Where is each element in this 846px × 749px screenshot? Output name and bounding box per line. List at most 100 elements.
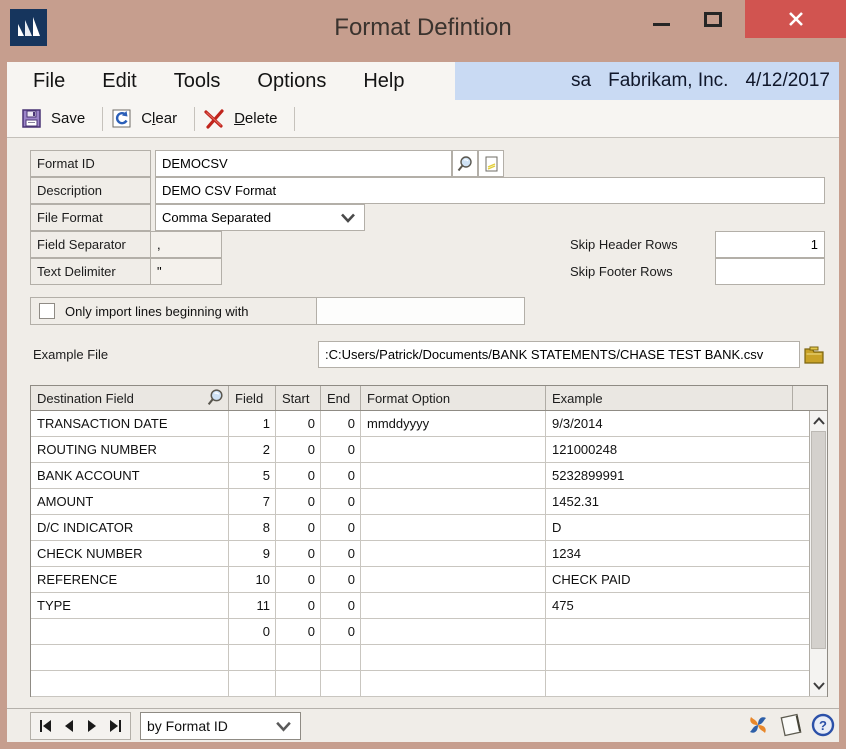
table-cell[interactable]: 0 [276, 541, 321, 566]
format-id-note-button[interactable] [478, 150, 504, 177]
close-button[interactable] [745, 0, 846, 38]
table-cell[interactable]: 0 [321, 411, 361, 436]
table-cell[interactable] [321, 671, 361, 696]
session-status-bar[interactable]: sa Fabrikam, Inc. 4/12/2017 [455, 62, 839, 100]
file-format-select[interactable]: Comma Separated [155, 204, 365, 231]
table-cell[interactable]: CHECK PAID [546, 567, 811, 592]
table-cell[interactable]: 1452.31 [546, 489, 811, 514]
menu-file[interactable]: File [33, 70, 65, 93]
table-cell[interactable] [546, 645, 811, 670]
scrollbar-thumb[interactable] [811, 431, 826, 649]
table-cell[interactable]: 7 [229, 489, 276, 514]
menu-edit[interactable]: Edit [102, 70, 136, 93]
table-cell[interactable] [361, 437, 546, 462]
description-input[interactable]: DEMO CSV Format [155, 177, 825, 204]
maximize-button[interactable] [692, 0, 734, 38]
table-cell[interactable]: 0 [276, 593, 321, 618]
table-cell[interactable] [546, 671, 811, 696]
table-cell[interactable]: mmddyyyy [361, 411, 546, 436]
table-cell[interactable]: 9/3/2014 [546, 411, 811, 436]
table-cell[interactable]: 0 [229, 619, 276, 644]
first-record-button[interactable] [35, 715, 57, 737]
table-cell[interactable]: 0 [276, 619, 321, 644]
table-cell[interactable] [361, 593, 546, 618]
only-import-input[interactable] [316, 298, 524, 324]
table-cell[interactable]: 0 [321, 463, 361, 488]
menu-help[interactable]: Help [363, 70, 404, 93]
table-cell[interactable]: 11 [229, 593, 276, 618]
skip-footer-rows-input[interactable] [715, 258, 825, 285]
minimize-button[interactable] [640, 0, 682, 38]
table-cell[interactable]: 0 [276, 567, 321, 592]
scroll-down-button[interactable] [810, 676, 827, 696]
table-cell[interactable]: 475 [546, 593, 811, 618]
menu-options[interactable]: Options [257, 70, 326, 93]
help-button[interactable]: ? [810, 712, 836, 738]
table-cell[interactable]: 5232899991 [546, 463, 811, 488]
table-cell[interactable] [31, 671, 229, 696]
table-cell[interactable] [361, 645, 546, 670]
table-cell[interactable]: 0 [276, 489, 321, 514]
table-cell[interactable]: CHECK NUMBER [31, 541, 229, 566]
table-cell[interactable]: AMOUNT [31, 489, 229, 514]
table-cell[interactable] [361, 463, 546, 488]
table-cell[interactable]: 5 [229, 463, 276, 488]
example-file-input[interactable]: :C:Users/Patrick/Documents/BANK STATEMEN… [318, 341, 800, 368]
table-cell[interactable] [361, 489, 546, 514]
table-cell[interactable] [276, 645, 321, 670]
table-cell[interactable]: 1234 [546, 541, 811, 566]
table-cell[interactable]: 1 [229, 411, 276, 436]
table-cell[interactable]: 9 [229, 541, 276, 566]
table-scrollbar[interactable] [809, 411, 827, 696]
delete-button[interactable]: Delete [199, 105, 290, 133]
table-cell[interactable] [361, 619, 546, 644]
last-record-button[interactable] [104, 715, 126, 737]
table-cell[interactable]: D/C INDICATOR [31, 515, 229, 540]
table-cell[interactable]: 0 [276, 411, 321, 436]
table-cell[interactable] [31, 619, 229, 644]
only-import-checkbox[interactable] [39, 303, 55, 319]
table-cell[interactable]: 0 [321, 619, 361, 644]
table-cell[interactable] [229, 645, 276, 670]
format-id-input[interactable]: DEMOCSV [155, 150, 452, 177]
table-cell[interactable]: 121000248 [546, 437, 811, 462]
sort-by-select[interactable]: by Format ID [140, 712, 301, 740]
destination-lookup-button[interactable] [206, 388, 225, 410]
table-cell[interactable] [361, 671, 546, 696]
example-file-browse-button[interactable] [800, 341, 828, 368]
table-cell[interactable]: TRANSACTION DATE [31, 411, 229, 436]
table-cell[interactable]: 2 [229, 437, 276, 462]
scroll-up-button[interactable] [810, 411, 827, 431]
table-cell[interactable] [361, 541, 546, 566]
table-cell[interactable]: TYPE [31, 593, 229, 618]
table-cell[interactable] [276, 671, 321, 696]
table-cell[interactable]: 8 [229, 515, 276, 540]
text-delimiter-input[interactable]: " [150, 258, 222, 285]
table-cell[interactable] [546, 619, 811, 644]
table-cell[interactable] [361, 515, 546, 540]
table-cell[interactable]: 0 [321, 593, 361, 618]
table-cell[interactable]: BANK ACCOUNT [31, 463, 229, 488]
table-cell[interactable] [31, 645, 229, 670]
previous-record-button[interactable] [58, 715, 80, 737]
table-cell[interactable] [361, 567, 546, 592]
next-record-button[interactable] [81, 715, 103, 737]
skip-header-rows-input[interactable]: 1 [715, 231, 825, 258]
save-button[interactable]: Save [17, 105, 98, 133]
pinwheel-refresh-icon[interactable] [744, 712, 772, 739]
table-cell[interactable]: D [546, 515, 811, 540]
table-cell[interactable]: 0 [321, 567, 361, 592]
table-cell[interactable]: ROUTING NUMBER [31, 437, 229, 462]
table-cell[interactable]: 0 [321, 515, 361, 540]
table-cell[interactable]: 0 [276, 515, 321, 540]
note-page-icon[interactable] [776, 710, 806, 740]
menu-tools[interactable]: Tools [174, 70, 221, 93]
table-cell[interactable] [321, 645, 361, 670]
table-cell[interactable]: 0 [276, 437, 321, 462]
table-cell[interactable]: 0 [321, 437, 361, 462]
clear-button[interactable]: Clear [107, 105, 190, 133]
table-cell[interactable]: 0 [321, 489, 361, 514]
table-cell[interactable]: 0 [276, 463, 321, 488]
table-cell[interactable]: 10 [229, 567, 276, 592]
table-cell[interactable]: REFERENCE [31, 567, 229, 592]
